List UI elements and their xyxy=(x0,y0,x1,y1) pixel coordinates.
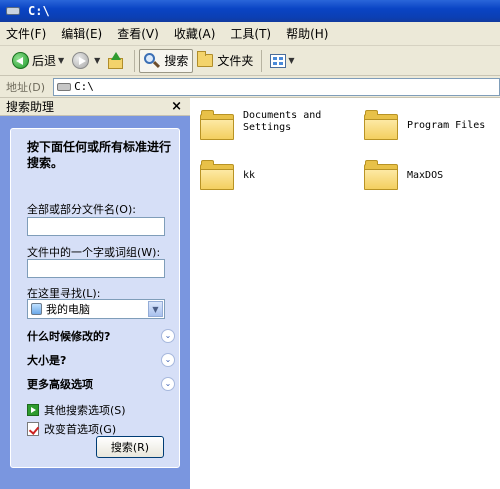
expand-chevron-icon[interactable]: ⌄ xyxy=(161,353,175,367)
menu-help[interactable]: 帮助(H) xyxy=(286,25,328,42)
forward-button[interactable]: ▼ xyxy=(68,49,104,73)
views-button[interactable]: ▼ xyxy=(266,49,298,73)
menu-view[interactable]: 查看(V) xyxy=(117,25,159,42)
search-pane-title: 搜索助理 xyxy=(6,100,55,114)
menu-favorites[interactable]: 收藏(A) xyxy=(174,25,216,42)
menu-bar: 文件(F) 编辑(E) 查看(V) 收藏(A) 工具(T) 帮助(H) xyxy=(0,22,500,46)
change-preferences-link[interactable]: 改变首选项(G) xyxy=(27,421,116,437)
folder-icon xyxy=(200,160,234,190)
address-value: C:\ xyxy=(74,80,94,93)
window-title: C:\ xyxy=(28,4,50,18)
expand-chevron-icon[interactable]: ⌄ xyxy=(161,329,175,343)
lookin-value: 我的电脑 xyxy=(46,303,90,316)
expand-chevron-icon[interactable]: ⌄ xyxy=(161,377,175,391)
search-label: 搜索 xyxy=(164,54,189,68)
forward-arrow-icon xyxy=(72,52,90,69)
filename-input[interactable] xyxy=(27,217,165,236)
menu-file[interactable]: 文件(F) xyxy=(6,25,46,42)
search-form: 按下面任何或所有标准进行搜索。 全部或部分文件名(O): 文件中的一个字或词组(… xyxy=(10,128,180,468)
folder-item[interactable]: MaxDOS xyxy=(364,160,443,190)
search-prompt: 按下面任何或所有标准进行搜索。 xyxy=(27,140,172,170)
option-modified-date[interactable]: 什么时候修改的? ⌄ xyxy=(27,327,175,345)
address-input[interactable]: C:\ xyxy=(53,77,500,96)
phrase-label: 文件中的一个字或词组(W): xyxy=(27,246,161,259)
folder-name: kk xyxy=(243,170,256,181)
file-list: Documents and Settings Program Files kk … xyxy=(190,98,500,489)
phrase-input[interactable] xyxy=(27,259,165,278)
folder-item[interactable]: Program Files xyxy=(364,110,485,140)
chevron-down-icon[interactable]: ▼ xyxy=(148,301,163,317)
chevron-down-icon[interactable]: ▼ xyxy=(58,56,64,65)
link-label: 改变首选项(G) xyxy=(44,423,117,436)
chevron-down-icon[interactable]: ▼ xyxy=(288,56,294,65)
back-arrow-icon xyxy=(12,52,29,69)
folder-icon xyxy=(200,110,234,140)
drive-icon xyxy=(6,7,20,15)
search-icon xyxy=(144,52,161,69)
folder-icon xyxy=(364,160,398,190)
search-submit-button[interactable]: 搜索(R) xyxy=(96,436,164,458)
menu-edit[interactable]: 编辑(E) xyxy=(61,25,102,42)
folder-name: Documents and Settings xyxy=(243,110,322,133)
search-pane-header: 搜索助理 × xyxy=(0,98,190,116)
toolbar: 后退 ▼ ▼ 搜索 文件夹 ▼ xyxy=(0,46,500,76)
folders-label: 文件夹 xyxy=(217,54,254,68)
explorer-window: C:\ 文件(F) 编辑(E) 查看(V) 收藏(A) 工具(T) 帮助(H) … xyxy=(0,0,500,489)
address-label: 地址(D) xyxy=(6,80,46,94)
arrow-right-icon xyxy=(27,404,39,416)
option-label: 更多高级选项 xyxy=(27,378,93,391)
title-bar[interactable]: C:\ xyxy=(0,0,500,22)
link-label: 其他搜索选项(S) xyxy=(44,404,126,417)
search-pane: 搜索助理 × 按下面任何或所有标准进行搜索。 全部或部分文件名(O): 文件中的… xyxy=(0,98,190,489)
menu-tools[interactable]: 工具(T) xyxy=(230,25,271,42)
toolbar-divider xyxy=(261,49,263,72)
folder-name: MaxDOS xyxy=(407,170,444,181)
address-bar: 地址(D) C:\ xyxy=(0,76,500,98)
back-label: 后退 xyxy=(32,54,57,68)
folder-icon xyxy=(364,110,398,140)
back-button[interactable]: 后退 ▼ xyxy=(8,49,68,73)
other-search-options-link[interactable]: 其他搜索选项(S) xyxy=(27,402,126,418)
option-label: 什么时候修改的? xyxy=(27,330,111,343)
close-icon[interactable]: × xyxy=(171,99,182,114)
drive-icon xyxy=(57,82,72,91)
folder-item[interactable]: kk xyxy=(200,160,255,190)
folder-name: Program Files xyxy=(407,120,486,131)
toolbar-divider xyxy=(134,49,136,72)
up-folder-button[interactable] xyxy=(104,49,130,73)
search-button[interactable]: 搜索 xyxy=(139,48,194,73)
folder-item[interactable]: Documents and Settings xyxy=(200,110,321,140)
computer-icon xyxy=(31,303,42,315)
folders-button[interactable]: 文件夹 xyxy=(193,49,257,73)
chevron-down-icon[interactable]: ▼ xyxy=(94,56,100,65)
folder-icon xyxy=(197,51,214,67)
folder-up-icon xyxy=(108,51,124,69)
option-label: 大小是? xyxy=(27,354,67,367)
filename-label: 全部或部分文件名(O): xyxy=(27,203,136,216)
checklist-icon xyxy=(27,422,39,436)
views-icon xyxy=(270,53,287,68)
option-advanced[interactable]: 更多高级选项 ⌄ xyxy=(27,375,175,393)
option-size[interactable]: 大小是? ⌄ xyxy=(27,351,175,369)
lookin-select[interactable]: 我的电脑 ▼ xyxy=(27,299,165,319)
